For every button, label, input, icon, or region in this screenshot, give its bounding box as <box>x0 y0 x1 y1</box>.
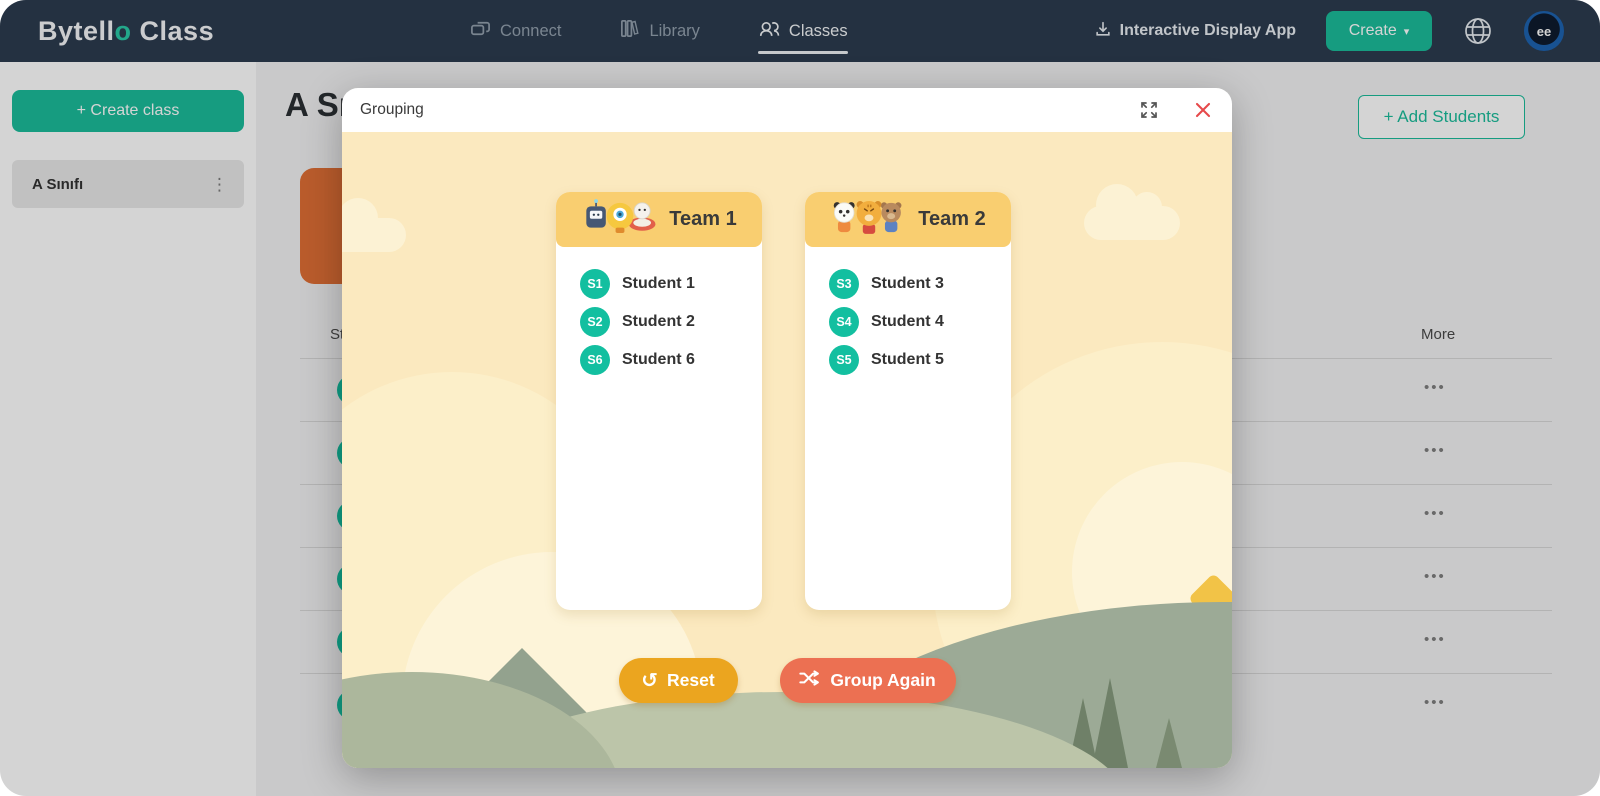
member-name: Student 1 <box>622 275 695 293</box>
hill-decoration <box>432 692 1132 768</box>
pine-tree-icon <box>1068 698 1098 768</box>
member-avatar: S3 <box>829 269 859 299</box>
team-card-2: Team 2 S3 Student 3 S4 Student 4 S5 Stud… <box>805 192 1011 610</box>
modal-title: Grouping <box>360 101 424 119</box>
reset-icon: ↺ <box>641 668 658 693</box>
member-row: S4 Student 4 <box>829 303 1011 341</box>
group-again-button[interactable]: Group Again <box>780 658 956 703</box>
pine-tree-icon <box>388 724 410 768</box>
grouping-scene: Team 1 S1 Student 1 S2 Student 2 S6 Stud… <box>342 132 1232 768</box>
team-1-mascots-icon <box>581 197 659 242</box>
member-name: Student 6 <box>622 351 695 369</box>
member-name: Student 3 <box>871 275 944 293</box>
pine-tree-icon <box>1214 698 1232 768</box>
pine-tree-icon <box>1156 718 1182 768</box>
shuffle-icon <box>799 670 821 691</box>
mountain-door-decoration <box>510 704 532 748</box>
team-1-header: Team 1 <box>556 192 762 247</box>
cloud-decoration <box>1084 206 1180 240</box>
group-again-label: Group Again <box>830 670 935 691</box>
member-avatar: S1 <box>580 269 610 299</box>
background-halo <box>1072 462 1232 682</box>
fullscreen-icon[interactable] <box>1140 101 1158 119</box>
member-row: S3 Student 3 <box>829 265 1011 303</box>
mountain-decoration <box>356 698 486 768</box>
member-row: S1 Student 1 <box>580 265 762 303</box>
member-row: S2 Student 2 <box>580 303 762 341</box>
team-2-header: Team 2 <box>805 192 1011 247</box>
member-row: S6 Student 6 <box>580 341 762 379</box>
reset-button[interactable]: ↺ Reset <box>619 658 738 703</box>
grouping-modal: Grouping <box>342 88 1232 768</box>
team-card-1: Team 1 S1 Student 1 S2 Student 2 S6 Stud… <box>556 192 762 610</box>
member-avatar: S4 <box>829 307 859 337</box>
modal-header: Grouping <box>342 88 1232 132</box>
team-2-mascots-icon <box>830 197 908 242</box>
member-avatar: S2 <box>580 307 610 337</box>
app-screen: Bytello Class Connect Library Classes <box>0 0 1600 796</box>
team-name: Team 1 <box>669 208 736 231</box>
member-avatar: S6 <box>580 345 610 375</box>
member-name: Student 4 <box>871 313 944 331</box>
member-name: Student 5 <box>871 351 944 369</box>
reset-label: Reset <box>667 670 715 691</box>
modal-actions: ↺ Reset Group Again <box>342 658 1232 703</box>
cloud-decoration <box>342 218 406 252</box>
member-name: Student 2 <box>622 313 695 331</box>
pine-tree-icon <box>438 712 464 768</box>
team-name: Team 2 <box>918 208 985 231</box>
close-icon[interactable] <box>1194 101 1212 119</box>
member-avatar: S5 <box>829 345 859 375</box>
member-row: S5 Student 5 <box>829 341 1011 379</box>
team-2-members: S3 Student 3 S4 Student 4 S5 Student 5 <box>805 247 1011 379</box>
team-1-members: S1 Student 1 S2 Student 2 S6 Student 6 <box>556 247 762 379</box>
